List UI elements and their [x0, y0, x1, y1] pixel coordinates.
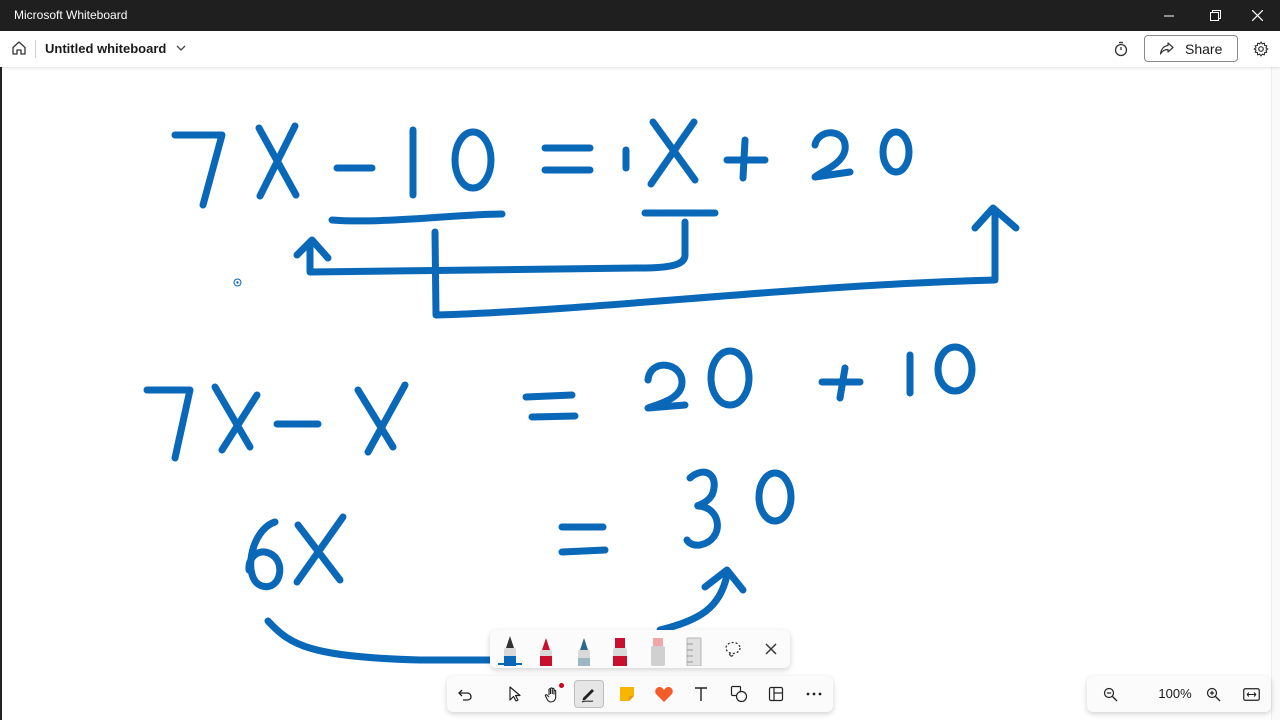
header-divider [35, 40, 36, 58]
timer-button[interactable] [1110, 38, 1132, 60]
sticky-note-button[interactable] [612, 680, 642, 708]
hand-icon [544, 686, 556, 703]
red-pen-icon[interactable] [536, 634, 556, 666]
undo-button[interactable] [450, 680, 480, 708]
equation-2-ink [143, 343, 976, 462]
more-icon [806, 692, 822, 696]
text-tool-button[interactable] [686, 680, 716, 708]
highlighter-pen-icon[interactable] [574, 634, 594, 666]
shapes-icon [730, 685, 748, 703]
title-bar: Microsoft Whiteboard [0, 0, 1280, 31]
blue-pen-icon[interactable] [500, 634, 520, 666]
reactions-button[interactable] [649, 680, 679, 708]
lasso-select-icon[interactable] [724, 640, 742, 658]
minimize-button[interactable] [1146, 0, 1192, 31]
zoom-in-icon [1206, 687, 1220, 701]
share-icon [1159, 41, 1174, 55]
vertical-scrollbar[interactable] [1271, 67, 1280, 720]
pen-selected-indicator [498, 663, 522, 665]
share-button[interactable]: Share [1144, 35, 1238, 62]
move-arrows-ink [293, 204, 1020, 319]
heart-icon [655, 687, 673, 702]
chevron-down-icon[interactable] [175, 42, 187, 54]
share-label: Share [1185, 40, 1223, 57]
sticky-note-icon [620, 687, 634, 701]
select-tool-button[interactable] [500, 680, 530, 708]
ink-tool-button[interactable] [574, 680, 604, 708]
pen-tray [490, 630, 790, 668]
shapes-tool-button[interactable] [724, 680, 754, 708]
restore-button[interactable] [1192, 0, 1238, 31]
home-button[interactable] [8, 37, 30, 59]
red-marker-icon[interactable] [610, 634, 630, 666]
gear-icon [1253, 41, 1269, 57]
more-options-button[interactable] [799, 680, 829, 708]
templates-button[interactable] [761, 680, 791, 708]
undo-icon [457, 689, 472, 701]
equation-1-ink [171, 118, 913, 209]
equation-3-ink [245, 468, 795, 591]
cursor-icon [509, 686, 521, 702]
close-icon [1251, 10, 1263, 21]
zoom-out-button[interactable] [1098, 682, 1122, 706]
zoom-controls: 100% [1087, 676, 1271, 712]
timer-icon [1114, 41, 1128, 57]
restore-icon [1209, 10, 1221, 21]
home-icon [12, 41, 26, 55]
canvas-left-edge [0, 67, 2, 720]
ink-layer [143, 118, 1020, 664]
zoom-in-button[interactable] [1201, 682, 1225, 706]
board-title[interactable]: Untitled whiteboard [45, 41, 166, 56]
ruler-icon[interactable] [684, 634, 704, 666]
zoom-level[interactable]: 100% [1145, 686, 1205, 701]
zoom-out-icon [1103, 687, 1117, 701]
notification-dot [559, 683, 564, 688]
fit-screen-icon [1242, 687, 1260, 701]
template-icon [768, 686, 784, 702]
app-header: Untitled whiteboard Share [0, 31, 1280, 67]
eraser-icon[interactable] [648, 634, 668, 666]
text-icon [695, 687, 707, 701]
cursor-marker [233, 278, 242, 287]
close-window-button[interactable] [1234, 0, 1280, 31]
pan-tool-button[interactable] [537, 680, 567, 708]
window-title: Microsoft Whiteboard [14, 8, 128, 22]
pen-icon [581, 689, 594, 703]
whiteboard-canvas[interactable] [0, 67, 1280, 720]
fit-to-screen-button[interactable] [1239, 682, 1263, 706]
minimize-icon [1164, 15, 1174, 16]
close-icon[interactable] [765, 643, 777, 655]
settings-button[interactable] [1250, 38, 1272, 60]
main-toolbar [447, 676, 833, 712]
